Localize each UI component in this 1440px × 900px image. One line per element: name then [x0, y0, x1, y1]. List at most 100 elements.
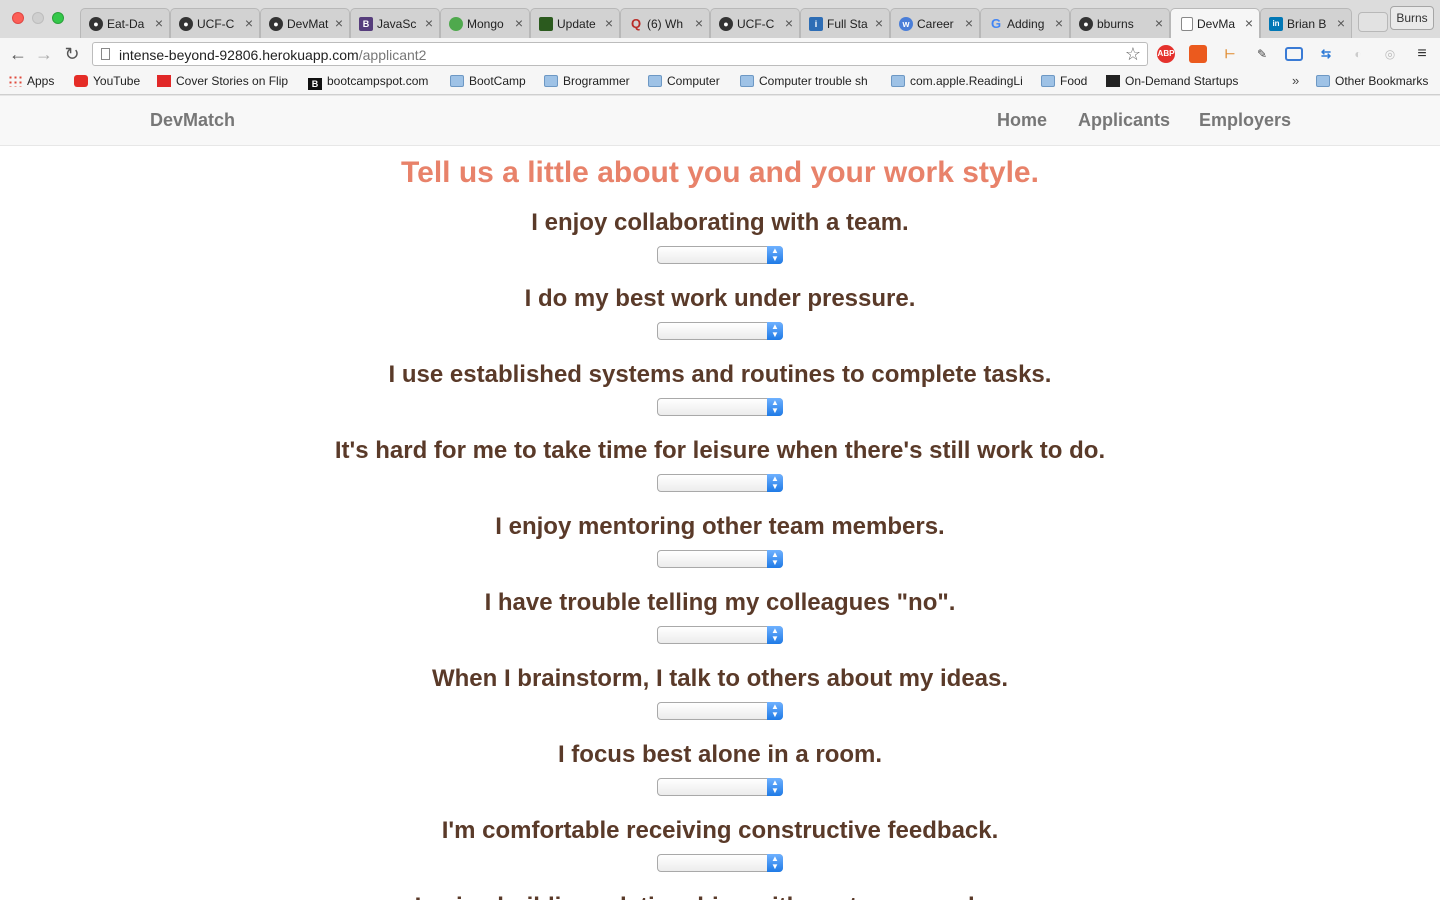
bookmark-label: bootcampspot.com [327, 74, 429, 88]
bookmark-youtube[interactable]: YouTube [74, 74, 140, 90]
close-icon[interactable]: × [605, 15, 613, 31]
apps-grid-icon [8, 75, 22, 87]
address-bar[interactable]: intense-beyond-92806.herokuapp.com/appli… [92, 42, 1148, 66]
browser-tab[interactable]: ● UCF-C × [710, 8, 800, 38]
browser-tab[interactable]: B JavaSc × [350, 8, 440, 38]
browser-tab[interactable]: ● DevMat × [260, 8, 350, 38]
answer-select[interactable]: ▲ ▼ [657, 246, 783, 264]
close-icon[interactable]: × [335, 15, 343, 31]
screenshot-icon[interactable] [1285, 47, 1303, 61]
minimize-window-button[interactable] [32, 12, 44, 24]
folder-icon [891, 75, 905, 87]
bookmark-label: Food [1060, 74, 1088, 88]
close-icon[interactable]: × [695, 15, 703, 31]
browser-tab[interactable]: i Full Sta × [800, 8, 890, 38]
bookmark-apps[interactable]: Apps [8, 74, 54, 90]
bookmark-label: BootCamp [469, 74, 526, 88]
github-icon: ● [89, 17, 103, 31]
bookmark-label: Computer [667, 74, 720, 88]
bookmark-folder-bootcamp[interactable]: BootCamp [450, 74, 526, 90]
nav-applicants-link[interactable]: Applicants [1078, 110, 1170, 131]
answer-select[interactable]: ▲ ▼ [657, 778, 783, 796]
answer-select[interactable]: ▲ ▼ [657, 854, 783, 872]
nav-home-link[interactable]: Home [997, 110, 1047, 131]
bookmark-label: Computer trouble sh [759, 74, 868, 88]
bookmark-folder-computer[interactable]: Computer [648, 74, 720, 90]
browser-tab[interactable]: in Brian B × [1260, 8, 1352, 38]
answer-select[interactable]: ▲ ▼ [657, 626, 783, 644]
browser-tab[interactable]: ● UCF-C × [170, 8, 260, 38]
question-item: I use established systems and routines t… [0, 360, 1440, 421]
bootstrap-icon: B [359, 17, 373, 31]
url-text[interactable]: intense-beyond-92806.herokuapp.com/appli… [119, 47, 426, 63]
eyedropper-icon[interactable]: ✎ [1253, 45, 1271, 63]
page-heading: Tell us a little about you and your work… [401, 156, 1039, 189]
question-item: I'm comfortable receiving constructive f… [0, 816, 1440, 877]
close-icon[interactable]: × [245, 15, 253, 31]
nav-employers-link[interactable]: Employers [1199, 110, 1291, 131]
bookmark-star-icon[interactable]: ☆ [1125, 44, 1141, 65]
bookmark-folder-food[interactable]: Food [1041, 74, 1087, 90]
close-icon[interactable]: × [965, 15, 973, 31]
close-icon[interactable]: × [1055, 15, 1063, 31]
close-icon[interactable]: × [1337, 15, 1345, 31]
select-arrows-icon: ▲ ▼ [767, 322, 783, 340]
bookmark-flipboard[interactable]: Cover Stories on Flip [157, 74, 293, 90]
bookmarks-overflow-button[interactable]: » [1292, 73, 1299, 88]
extension-icon[interactable]: ⊢ [1221, 45, 1239, 63]
youtube-icon [74, 75, 88, 87]
reload-icon[interactable]: ↻ [62, 44, 82, 65]
answer-select[interactable]: ▲ ▼ [657, 702, 783, 720]
browser-tab[interactable]: ● Eat-Da × [80, 8, 170, 38]
bookmark-on-demand-startups[interactable]: On-Demand Startups [1106, 74, 1242, 90]
bookmark-folder-computer-trouble[interactable]: Computer trouble sh [740, 74, 876, 90]
zoom-window-button[interactable] [52, 12, 64, 24]
brand-link[interactable]: DevMatch [150, 110, 235, 131]
close-icon[interactable]: × [785, 15, 793, 31]
close-icon[interactable]: × [155, 15, 163, 31]
close-window-button[interactable] [12, 12, 24, 24]
profile-button[interactable]: Burns [1390, 6, 1434, 30]
menu-icon[interactable]: ≡ [1413, 45, 1431, 63]
answer-select[interactable]: ▲ ▼ [657, 550, 783, 568]
question-item: I do my best work under pressure. ▲ ▼ [0, 284, 1440, 345]
answer-select[interactable]: ▲ ▼ [657, 398, 783, 416]
circle-extension-icon[interactable]: ◎ [1381, 45, 1399, 63]
close-icon[interactable]: × [425, 15, 433, 31]
browser-tab[interactable]: G Adding × [980, 8, 1070, 38]
forward-arrow-icon[interactable]: → [34, 44, 54, 65]
close-icon[interactable]: × [1155, 15, 1163, 31]
office-icon[interactable] [1189, 45, 1207, 63]
browser-tab[interactable]: ● bburns × [1070, 8, 1170, 38]
browser-tab[interactable]: w Career × [890, 8, 980, 38]
new-tab-button[interactable] [1358, 12, 1388, 32]
browser-tab-active[interactable]: DevMa × [1170, 8, 1260, 39]
close-icon[interactable]: × [875, 15, 883, 31]
page-icon [101, 48, 110, 60]
close-icon[interactable]: × [1245, 15, 1253, 31]
close-icon[interactable]: × [515, 15, 523, 31]
question-text: It's hard for me to take time for leisur… [334, 437, 1106, 464]
bookmark-bootcampspot[interactable]: Bbootcampspot.com [308, 74, 428, 90]
bookmark-folder-brogrammer[interactable]: Brogrammer [544, 74, 630, 90]
select-arrows-icon: ▲ ▼ [767, 626, 783, 644]
google-icon: G [990, 16, 1002, 31]
browser-tab[interactable]: Mongo × [440, 8, 530, 38]
back-arrow-icon[interactable]: ← [8, 44, 28, 65]
browser-tab[interactable]: Update × [530, 8, 620, 38]
transfer-arrows-icon[interactable]: ⇆ [1317, 45, 1335, 63]
other-bookmarks-folder[interactable]: Other Bookmarks [1316, 74, 1428, 90]
browser-tab[interactable]: Q (6) Wh × [620, 8, 710, 38]
career-icon: w [899, 17, 913, 31]
tab-strip: ● Eat-Da × ● UCF-C × ● DevMat × B JavaSc × Mongo… [0, 0, 1440, 39]
folder-icon [740, 75, 754, 87]
refresh-extension-icon[interactable]: ◐ [1349, 45, 1367, 63]
answer-select[interactable]: ▲ ▼ [657, 322, 783, 340]
tab-label: DevMat [287, 17, 329, 31]
adblock-icon[interactable]: ABP [1157, 45, 1175, 63]
bookmark-folder-reading-list[interactable]: com.apple.ReadingLi [891, 74, 1027, 90]
select-arrows-icon: ▲ ▼ [767, 778, 783, 796]
answer-select[interactable]: ▲ ▼ [657, 474, 783, 492]
folder-icon [450, 75, 464, 87]
bookmark-label: On-Demand Startups [1125, 74, 1239, 88]
